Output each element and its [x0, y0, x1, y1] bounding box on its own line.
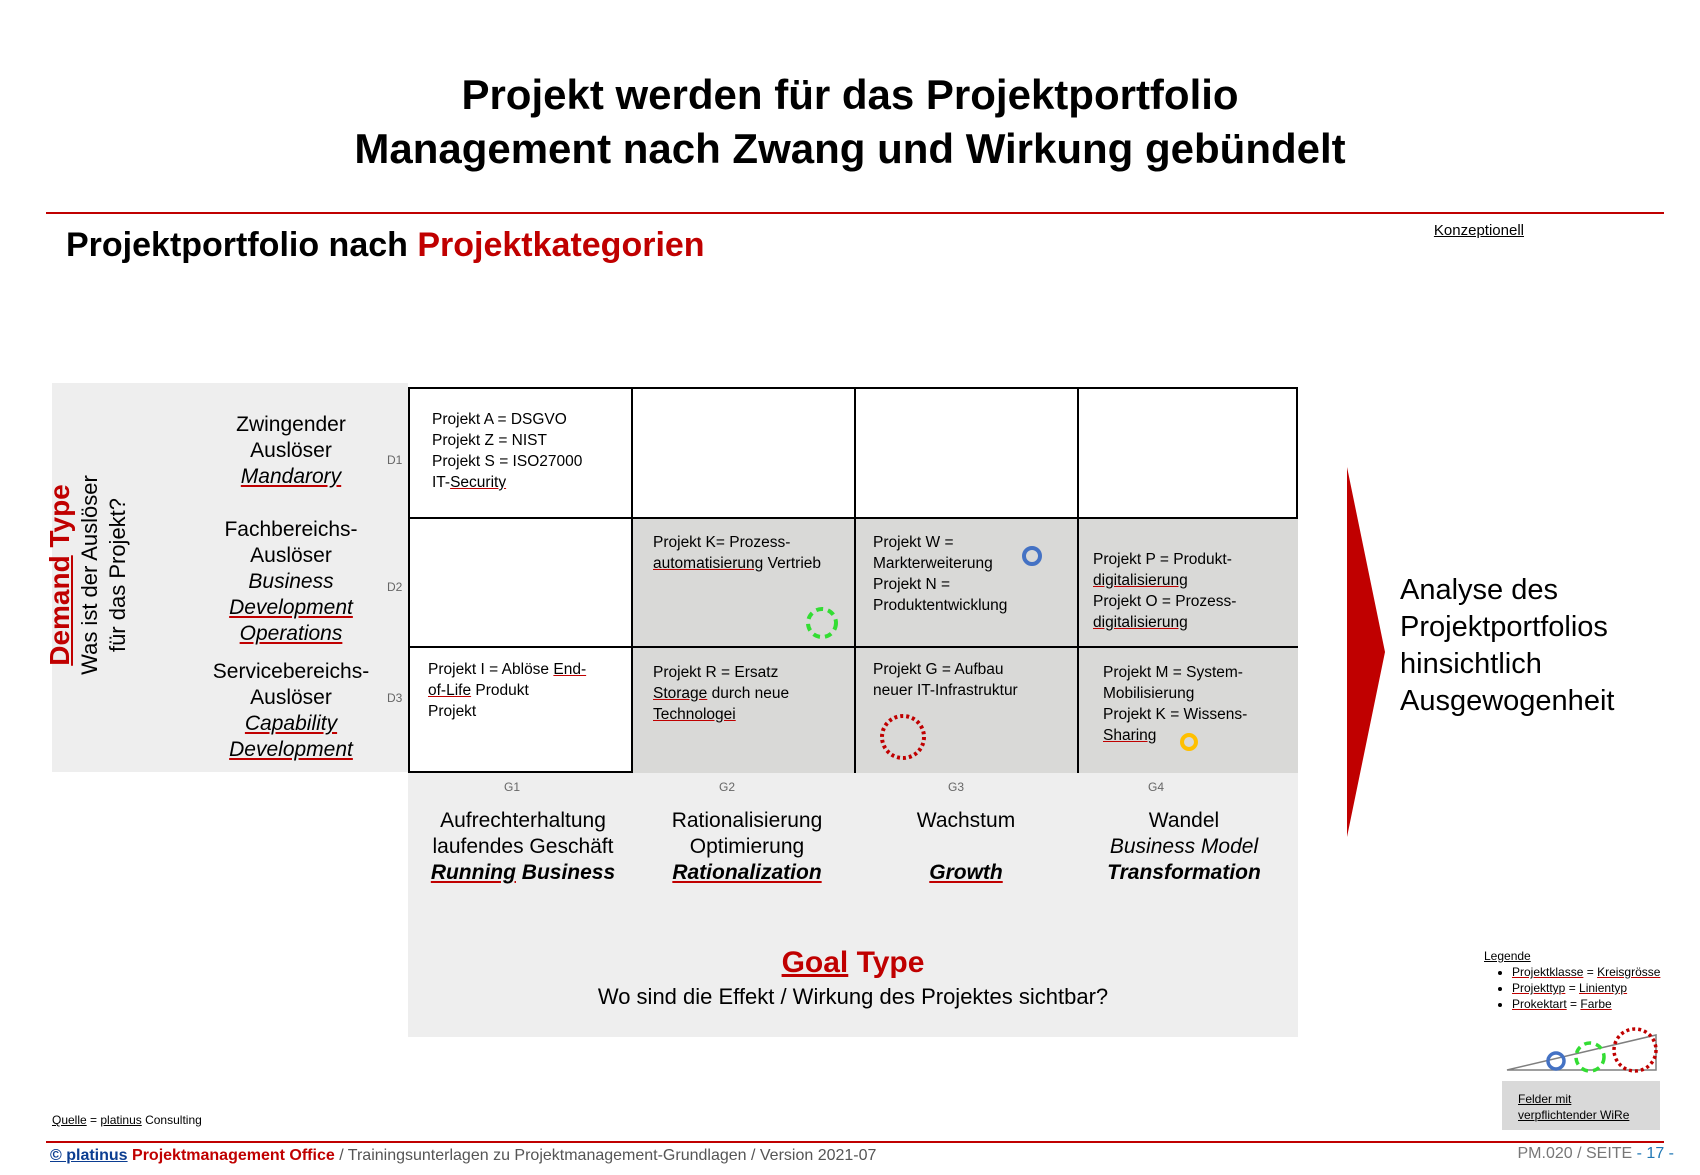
col-label-g4: Wandel Business Model Transformation [1107, 809, 1261, 884]
col-label-g1: Aufrechterhaltung laufendes Geschäft Run… [430, 809, 616, 884]
legend-title: Legende [1484, 949, 1531, 963]
legend-wedge-icon [1506, 1034, 1657, 1071]
legend-item: Projektklasse = Kreisgrösse [1512, 964, 1660, 980]
orange-small-circle-icon [1180, 733, 1198, 751]
legend-red-circle-icon [1612, 1027, 1658, 1073]
col-code-g3: G3 [948, 780, 965, 794]
green-dashed-circle-icon [806, 607, 838, 639]
legend-green-circle-icon [1574, 1041, 1606, 1073]
source-note: Quelle = platinus Consulting [52, 1113, 202, 1127]
legend-blue-circle-icon [1546, 1051, 1566, 1071]
footer-text: © platinus Projektmanagement Office / Tr… [50, 1147, 877, 1164]
legend-box: Felder mit verpflichtender WiRe [1502, 1081, 1660, 1130]
page-number: PM.020 / SEITE - 17 - [1517, 1145, 1675, 1162]
col-code-g4: G4 [1148, 780, 1165, 794]
red-arrow-icon [1347, 467, 1385, 837]
col-label-g3: Wachstum Growth [916, 809, 1016, 884]
bottom-divider [46, 1141, 1664, 1143]
legend-item: Prokektart = Farbe [1512, 996, 1660, 1012]
analysis-text: Analyse des Projektportfolios hinsichtli… [1400, 574, 1615, 717]
red-dotted-circle-icon [880, 714, 926, 760]
goal-type-question: Wo sind die Effekt / Wirkung des Projekt… [597, 984, 1109, 1009]
col-label-g2: Rationalisierung Optimierung Rationaliza… [671, 809, 823, 884]
col-code-g2: G2 [719, 780, 736, 794]
legend: Legende Projektklasse = Kreisgrösse Proj… [1484, 948, 1660, 1012]
legend-item: Projekttyp = Linientyp [1512, 980, 1660, 996]
col-code-g1: G1 [504, 780, 521, 794]
copyright-link[interactable]: © platinus [50, 1147, 128, 1164]
goal-type-title: Goal Type [781, 946, 925, 979]
blue-small-circle-icon [1022, 546, 1042, 566]
